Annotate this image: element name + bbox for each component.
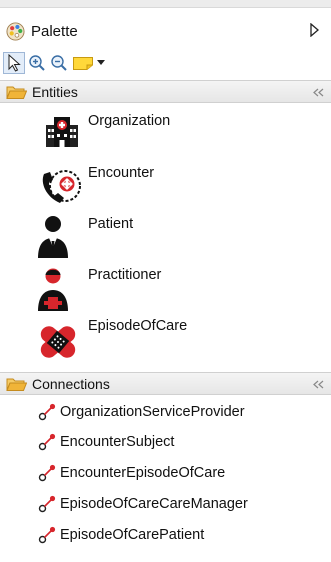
connection-encounter-episode-of-care[interactable]: EncounterEpisodeOfCare — [38, 462, 328, 484]
connection-label: EncounterSubject — [60, 434, 175, 450]
select-tool-button[interactable] — [3, 52, 25, 74]
note-tool-button[interactable] — [71, 52, 95, 74]
connections-drawer-label: Connections — [32, 375, 110, 392]
pin-drawer-icon[interactable] — [313, 380, 327, 389]
entities-drawer-label: Entities — [32, 83, 78, 100]
entities-drawer-header[interactable]: Entities — [0, 80, 331, 103]
connection-icon — [38, 526, 56, 544]
palette-icon — [6, 21, 25, 41]
chevron-down-icon — [97, 60, 105, 65]
entity-episode-of-care[interactable]: EpisodeOfCare — [36, 316, 326, 366]
connection-label: EpisodeOfCareCareManager — [60, 496, 248, 512]
note-dropdown-button[interactable] — [95, 52, 107, 74]
connection-icon — [38, 403, 56, 421]
pin-drawer-icon[interactable] — [313, 88, 327, 97]
zoom-out-icon — [51, 55, 67, 71]
connection-organization-service-provider[interactable]: OrganizationServiceProvider — [38, 401, 328, 423]
connection-icon — [38, 433, 56, 451]
connection-episode-of-care-patient[interactable]: EpisodeOfCarePatient — [38, 524, 328, 546]
entity-organization[interactable]: Organization — [36, 111, 326, 161]
organization-icon — [46, 117, 78, 147]
zoom-in-button[interactable] — [27, 52, 47, 74]
zoom-in-icon — [29, 55, 45, 71]
practitioner-icon — [38, 268, 68, 311]
palette-header: Palette — [0, 18, 331, 44]
connection-label: EpisodeOfCarePatient — [60, 527, 205, 543]
entity-encounter[interactable]: Encounter — [36, 163, 326, 213]
palette-title: Palette — [31, 22, 78, 40]
connection-label: OrganizationServiceProvider — [60, 404, 245, 420]
folder-open-icon — [6, 86, 27, 99]
entity-label: Practitioner — [88, 267, 162, 283]
connection-encounter-subject[interactable]: EncounterSubject — [38, 431, 328, 453]
connection-icon — [38, 464, 56, 482]
folder-open-icon — [6, 378, 27, 391]
note-icon — [73, 57, 93, 70]
encounter-icon — [42, 170, 81, 203]
zoom-out-button[interactable] — [49, 52, 69, 74]
entity-label: Patient — [88, 216, 134, 232]
connection-label: EncounterEpisodeOfCare — [60, 465, 226, 481]
entity-label: Organization — [88, 113, 171, 129]
connection-icon — [38, 495, 56, 513]
connections-drawer-header[interactable]: Connections — [0, 372, 331, 395]
view-top-strip — [0, 0, 331, 8]
entity-label: EpisodeOfCare — [88, 318, 188, 334]
entity-label: Encounter — [88, 165, 155, 181]
select-arrow-icon — [8, 54, 21, 72]
entity-practitioner[interactable]: Practitioner — [36, 265, 326, 315]
palette-toolbar — [0, 50, 331, 76]
episode-of-care-icon — [40, 326, 76, 358]
entity-patient[interactable]: Patient — [36, 214, 326, 264]
palette-view: Palette Entities Organization Encounter … — [0, 0, 331, 562]
patient-icon — [38, 216, 68, 258]
collapse-palette-icon[interactable] — [310, 23, 319, 37]
connection-episode-of-care-care-manager[interactable]: EpisodeOfCareCareManager — [38, 493, 328, 515]
